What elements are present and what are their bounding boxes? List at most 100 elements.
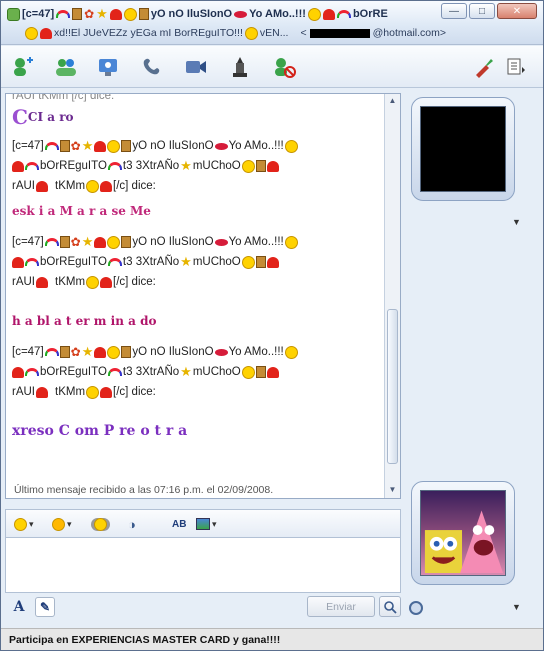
share-icon bbox=[99, 59, 117, 76]
maximize-button[interactable]: □ bbox=[469, 3, 495, 19]
chevron-down-icon: ▾ bbox=[67, 518, 72, 529]
flower-icon: ✿ bbox=[70, 235, 81, 249]
scroll-thumb[interactable] bbox=[387, 309, 398, 464]
star-icon: ★ bbox=[96, 6, 108, 21]
beer-icon bbox=[59, 236, 70, 248]
sender-text: yO nO IluSIonO bbox=[132, 236, 214, 248]
lips-icon bbox=[214, 142, 228, 150]
subtitle-email-domain: @hotmail.com> bbox=[372, 27, 447, 39]
voice-clip-button[interactable]: ◑ bbox=[128, 514, 136, 534]
rainbow-icon bbox=[336, 10, 351, 18]
ad-banner[interactable]: Participa en EXPERIENCIAS MASTER CARD y … bbox=[1, 628, 543, 650]
wink-button[interactable]: ▾ bbox=[52, 514, 72, 534]
star-icon: ★ bbox=[81, 234, 94, 249]
menu-button[interactable] bbox=[501, 53, 531, 81]
contacts-button[interactable] bbox=[51, 53, 81, 81]
games-icon bbox=[233, 57, 247, 77]
wink-icon bbox=[52, 517, 65, 531]
block-icon bbox=[275, 58, 296, 78]
sender-text: yO nO IluSIonO bbox=[132, 346, 214, 358]
contact-avatar bbox=[420, 106, 506, 192]
heart-icon bbox=[322, 8, 335, 20]
smiley-icon bbox=[107, 139, 121, 153]
heart-icon bbox=[109, 8, 122, 20]
heart-icon bbox=[266, 160, 279, 172]
text-icon: A bbox=[13, 599, 25, 615]
sender-text: t3 3XtrAÑo bbox=[122, 160, 180, 172]
sender-text: bOrREguITO bbox=[40, 366, 107, 378]
rainbow-icon bbox=[44, 238, 59, 246]
conversation-history[interactable]: rAUI tKMm [/c] dice: C CI a ro [c=47] ✿ ★… bbox=[12, 94, 382, 474]
conversation-scrollbar[interactable]: ▲ ▼ bbox=[384, 94, 400, 498]
call-icon bbox=[143, 58, 160, 75]
heart-icon bbox=[94, 140, 107, 152]
message-text: h a bl a t er m in a do bbox=[12, 308, 156, 334]
sender-text: tKMm bbox=[55, 276, 86, 288]
contacts-icon bbox=[56, 59, 76, 76]
rainbow-icon bbox=[56, 10, 71, 18]
beer-icon bbox=[255, 256, 266, 268]
emoticon-button[interactable]: ▾ bbox=[14, 514, 34, 534]
sender-text: rAUI bbox=[12, 386, 35, 398]
subtitle-text-2: vEN... bbox=[259, 27, 289, 39]
background-button[interactable]: ▾ bbox=[196, 514, 217, 534]
beer-icon bbox=[59, 346, 70, 358]
user-display-picture[interactable] bbox=[411, 481, 515, 585]
star-icon: ★ bbox=[180, 254, 192, 269]
user-avatar bbox=[420, 490, 506, 576]
input-toolbar: ▾ ▾ ◑ AB ▾ bbox=[5, 509, 401, 537]
send-button[interactable]: Enviar bbox=[307, 596, 375, 617]
paint-icon bbox=[476, 59, 493, 78]
close-button[interactable]: ✕ bbox=[497, 3, 537, 19]
input-bottom-bar: A ✎ Enviar bbox=[5, 595, 401, 619]
contact-picture-menu-icon[interactable]: ▼ bbox=[512, 217, 521, 227]
smiley-icon bbox=[284, 345, 298, 359]
rainbow-icon bbox=[25, 368, 39, 376]
handwriting-button[interactable]: ✎ bbox=[35, 597, 55, 617]
smiley-icon bbox=[107, 345, 121, 359]
redacted-email bbox=[309, 28, 370, 38]
font-button[interactable]: AB bbox=[172, 514, 186, 534]
heart-icon bbox=[12, 160, 24, 172]
smiley-icon bbox=[241, 255, 255, 269]
heart-icon bbox=[100, 276, 113, 288]
nudge-button[interactable] bbox=[94, 514, 107, 534]
lips-icon bbox=[214, 348, 228, 356]
lips-icon bbox=[214, 238, 228, 246]
minimize-button[interactable]: — bbox=[441, 3, 467, 19]
search-button[interactable] bbox=[379, 596, 401, 617]
heart-icon bbox=[12, 366, 24, 378]
rainbow-icon bbox=[107, 368, 122, 376]
contact-display-picture[interactable] bbox=[411, 97, 515, 201]
smiley-icon bbox=[123, 7, 137, 21]
nudge-icon bbox=[94, 517, 107, 531]
rainbow-icon bbox=[44, 348, 59, 356]
sender-text: mUChoO bbox=[192, 256, 241, 268]
user-picture-menu-icon[interactable]: ▼ bbox=[512, 602, 521, 612]
paint-button[interactable] bbox=[469, 53, 499, 81]
video-button[interactable] bbox=[181, 53, 211, 81]
beer-icon bbox=[121, 346, 132, 358]
games-button[interactable] bbox=[225, 53, 255, 81]
smiley-icon bbox=[307, 7, 321, 21]
invite-contact-icon bbox=[14, 57, 33, 76]
heart-icon bbox=[36, 386, 48, 398]
call-button[interactable] bbox=[137, 53, 167, 81]
star-icon: ★ bbox=[81, 344, 94, 359]
scroll-down-icon[interactable]: ▼ bbox=[387, 485, 398, 496]
voice-clip-icon: ◑ bbox=[128, 516, 136, 532]
star-icon: ★ bbox=[81, 138, 94, 153]
font-style-button[interactable]: A bbox=[9, 597, 29, 617]
window-subtitle: xd!!El JUeVEZz yEGa mI BorREguITO!!! vEN… bbox=[25, 25, 455, 41]
flower-icon: ✿ bbox=[70, 139, 81, 153]
share-button[interactable] bbox=[93, 53, 123, 81]
star-icon: ★ bbox=[180, 158, 192, 173]
scroll-up-icon[interactable]: ▲ bbox=[387, 96, 398, 107]
invite-contact-button[interactable] bbox=[7, 53, 37, 81]
video-icon bbox=[186, 61, 206, 73]
message-input[interactable] bbox=[5, 537, 401, 593]
rainbow-icon bbox=[107, 162, 122, 170]
block-button[interactable] bbox=[269, 53, 299, 81]
rainbow-icon bbox=[107, 258, 122, 266]
webcam-icon[interactable] bbox=[409, 601, 423, 615]
